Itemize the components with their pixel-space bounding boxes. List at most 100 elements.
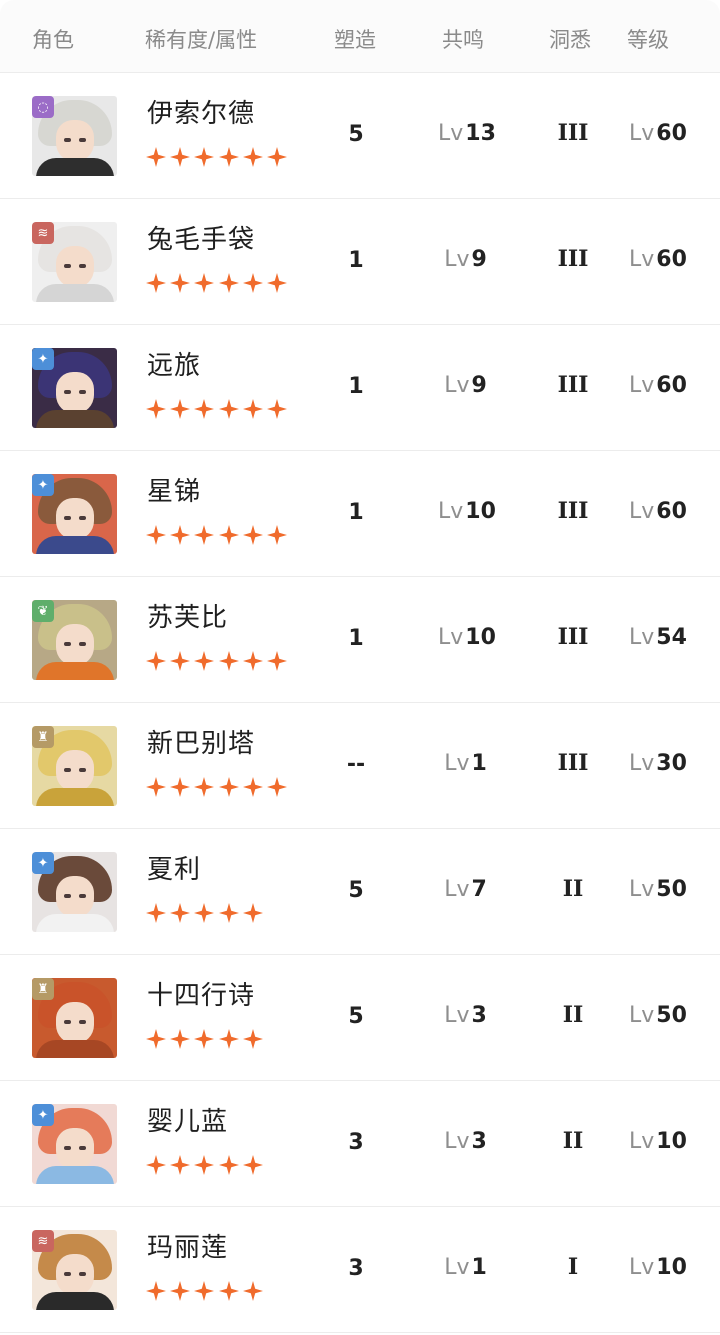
character-name[interactable]: 兔毛手袋 [147, 219, 255, 256]
lv-prefix: Lv [438, 499, 464, 524]
star-icon [266, 273, 287, 293]
green-leaf-icon: ❦ [32, 600, 54, 622]
star-icon [266, 777, 287, 797]
table-header: 角色 稀有度/属性 塑造 共鸣 洞悉 等级 [0, 0, 720, 73]
character-name[interactable]: 远旅 [147, 345, 201, 382]
header-resonance[interactable]: 共鸣 [442, 24, 484, 54]
character-name[interactable]: 苏芙比 [147, 597, 228, 634]
table-row[interactable]: ◌ 伊索尔德 5 Lv13 III Lv60 [0, 73, 720, 199]
table-row[interactable]: ✦ 远旅 1 Lv9 III Lv60 [0, 325, 720, 451]
level-value: Lv60 [629, 247, 687, 272]
rarity-stars [146, 903, 267, 927]
insight-value: II [562, 1002, 584, 1028]
level-number: 60 [656, 373, 687, 398]
star-icon [242, 651, 263, 671]
character-name[interactable]: 伊索尔德 [147, 93, 255, 130]
resonance-number: 13 [465, 121, 496, 146]
table-row[interactable]: ♜ 新巴别塔 -- Lv1 III Lv30 [0, 703, 720, 829]
star-icon [194, 147, 215, 167]
badge-glyph: ✦ [37, 1107, 49, 1123]
character-name[interactable]: 星锑 [147, 471, 201, 508]
shape-value: 1 [348, 374, 364, 399]
star-icon [146, 147, 166, 167]
table-row[interactable]: ♜ 十四行诗 5 Lv3 II Lv50 [0, 955, 720, 1081]
star-icon [146, 903, 166, 923]
table-row[interactable]: ✦ 星锑 1 Lv10 III Lv60 [0, 451, 720, 577]
insight-value: I [567, 1254, 579, 1280]
level-number: 60 [656, 247, 687, 272]
character-portrait[interactable]: ≋ [32, 222, 117, 302]
insight-value: III [557, 750, 589, 776]
star-icon [194, 903, 215, 923]
table-row[interactable]: ≋ 兔毛手袋 1 Lv9 III Lv60 [0, 199, 720, 325]
header-shape[interactable]: 塑造 [334, 24, 376, 54]
character-portrait[interactable]: ♜ [32, 726, 117, 806]
character-portrait[interactable]: ✦ [32, 1104, 117, 1184]
star-icon [218, 1155, 239, 1175]
table-row[interactable]: ✦ 夏利 5 Lv7 II Lv50 [0, 829, 720, 955]
character-portrait[interactable]: ◌ [32, 96, 117, 176]
table-row[interactable]: ✦ 婴儿蓝 3 Lv3 II Lv10 [0, 1081, 720, 1207]
badge-glyph: ◌ [37, 99, 49, 115]
star-icon [170, 1029, 191, 1049]
character-portrait[interactable]: ❦ [32, 600, 117, 680]
badge-glyph: ♜ [37, 729, 49, 745]
table-row[interactable]: ≋ 玛丽莲 3 Lv1 I Lv10 [0, 1207, 720, 1333]
table-body: ◌ 伊索尔德 5 Lv13 III Lv60 ≋ 兔毛手袋 1 Lv9 III … [0, 73, 720, 1333]
character-name[interactable]: 新巴别塔 [147, 723, 255, 760]
level-value: Lv10 [629, 1129, 687, 1154]
star-icon [242, 1155, 263, 1175]
star-icon [242, 399, 263, 419]
lv-prefix: Lv [444, 751, 470, 776]
lv-prefix: Lv [629, 1129, 655, 1154]
character-portrait[interactable]: ✦ [32, 348, 117, 428]
character-name[interactable]: 婴儿蓝 [147, 1101, 228, 1138]
character-name[interactable]: 夏利 [147, 849, 201, 886]
table-row[interactable]: ❦ 苏芙比 1 Lv10 III Lv54 [0, 577, 720, 703]
lv-prefix: Lv [629, 247, 655, 272]
character-portrait[interactable]: ♜ [32, 978, 117, 1058]
star-icon [170, 273, 191, 293]
blue-star-icon: ✦ [32, 1104, 54, 1126]
resonance-number: 3 [471, 1129, 487, 1154]
star-icon [218, 1029, 239, 1049]
rarity-stars [146, 273, 291, 297]
lv-prefix: Lv [438, 121, 464, 146]
blue-star-icon: ✦ [32, 348, 54, 370]
resonance-value: Lv3 [438, 1129, 493, 1154]
star-icon [194, 525, 215, 545]
star-icon [266, 399, 287, 419]
level-value: Lv60 [629, 499, 687, 524]
lv-prefix: Lv [629, 121, 655, 146]
level-number: 60 [656, 499, 687, 524]
character-portrait[interactable]: ≋ [32, 1230, 117, 1310]
level-number: 60 [656, 121, 687, 146]
character-name[interactable]: 玛丽莲 [147, 1227, 228, 1264]
resonance-number: 7 [471, 877, 487, 902]
star-icon [146, 1155, 166, 1175]
level-number: 10 [656, 1255, 687, 1280]
header-role[interactable]: 角色 [32, 24, 74, 54]
star-icon [218, 147, 239, 167]
star-icon [170, 1155, 191, 1175]
purple-swirl-icon: ◌ [32, 96, 54, 118]
resonance-number: 10 [465, 625, 496, 650]
header-insight[interactable]: 洞悉 [549, 24, 591, 54]
character-portrait[interactable]: ✦ [32, 852, 117, 932]
star-icon [170, 399, 191, 419]
level-number: 54 [656, 625, 687, 650]
header-rarity[interactable]: 稀有度/属性 [145, 24, 257, 54]
header-level[interactable]: 等级 [627, 24, 669, 54]
character-name[interactable]: 十四行诗 [147, 975, 255, 1012]
star-icon [266, 525, 287, 545]
insight-value: II [562, 876, 584, 902]
rarity-stars [146, 399, 291, 423]
resonance-number: 3 [471, 1003, 487, 1028]
star-icon [146, 1281, 166, 1301]
badge-glyph: ≋ [37, 225, 49, 241]
star-icon [146, 273, 166, 293]
star-icon [218, 399, 239, 419]
resonance-value: Lv1 [438, 751, 493, 776]
level-value: Lv60 [629, 121, 687, 146]
character-portrait[interactable]: ✦ [32, 474, 117, 554]
